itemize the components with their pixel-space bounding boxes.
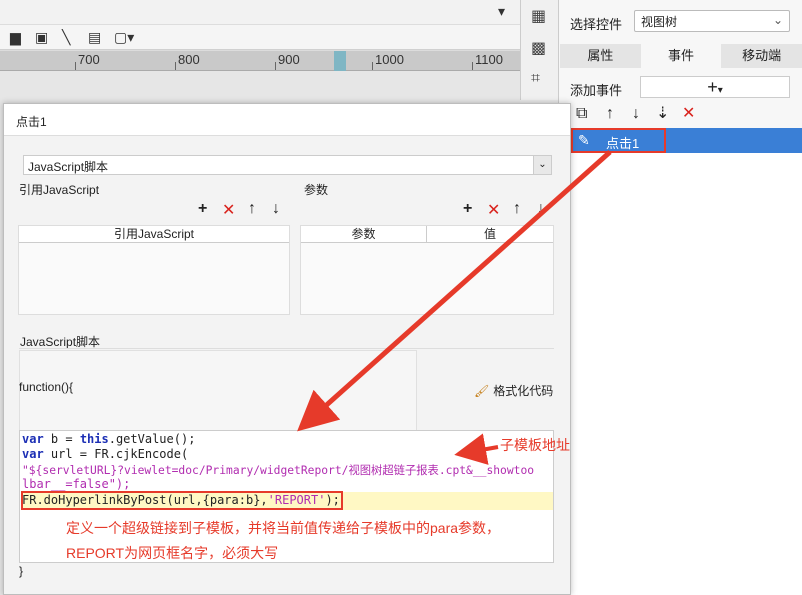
insert-toolbar: ▆ ▣ ╲ ▤ ▢▾ [0,25,520,50]
delete-icon[interactable]: ✕ [487,200,500,220]
ruler-tick [275,62,276,70]
ref-js-column-header: 引用JavaScript [19,226,289,243]
params-toolbar: + ✕ ↑ ↓ [459,200,559,220]
delete-icon[interactable]: ✕ [682,104,695,124]
function-header-area [19,350,417,432]
top-toolbar: ▾ [0,0,520,25]
ref-js-table[interactable]: 引用JavaScript [18,225,290,315]
add-icon[interactable]: + [463,200,472,218]
event-highlight-box [571,128,666,153]
document-icon[interactable]: ▤ [88,29,101,45]
arrow-down-icon[interactable]: ↓ [537,200,545,218]
event-toolbar: ⧉ ↑ ↓ ⇣ ✕ [570,104,800,126]
image-icon[interactable]: ▣ [35,29,48,45]
plus-icon: + [707,77,718,97]
ruler-tick [175,62,176,70]
copy-icon[interactable]: ⧉ [576,104,587,124]
crop-icon[interactable]: ⌗ [531,70,540,88]
value-column-header: 值 [427,226,553,243]
arrow-up-icon[interactable]: ↑ [606,104,614,124]
side-icon-strip: ▦ ▩ ⌗ [520,0,558,100]
select-widget-label: 选择控件 [570,17,623,32]
function-open: function(){ [19,380,74,394]
format-code-label: 格式化代码 [493,384,554,398]
format-code-button[interactable]: 🖌 格式化代码 [474,382,553,399]
event-list [560,128,802,595]
panel-tabs: 属性 事件 移动端 [560,44,802,68]
ruler-label: 1000 [375,52,404,67]
code-line: lbar__=false"); [22,477,131,491]
chevron-down-icon: ⌄ [772,13,783,27]
add-icon[interactable]: + [198,200,207,218]
frame-icon[interactable]: ▢▾ [114,29,134,45]
ruler-tick [372,62,373,70]
tab-mobile[interactable]: 移动端 [721,44,802,68]
add-event-label: 添加事件 [570,83,623,98]
ruler-label: 900 [278,52,300,67]
ref-js-label: 引用JavaScript [19,183,100,197]
note-line-2: REPORT为网页框名字，必须大写 [66,545,279,561]
params-label: 参数 [304,183,329,197]
add-event-button[interactable]: +▾ [640,76,790,98]
dialog-title: 点击1 [16,115,47,129]
script-type-value: JavaScript脚本 [28,160,109,174]
note-line-1: 定义一个超级链接到子模板，并将当前值传递给子模板中的para参数， [66,520,501,536]
ruler-tick [75,62,76,70]
widget-select[interactable]: 视图树 ⌄ [634,10,790,32]
widget-select-value: 视图树 [641,15,678,29]
arrow-up-icon[interactable]: ↑ [248,200,256,218]
chevron-down-icon: ⌄ [533,156,551,174]
horizontal-ruler: 700 800 900 1000 1100 [0,51,520,71]
move-bottom-icon[interactable]: ⇣ [656,104,669,124]
param-column-header: 参数 [301,226,427,243]
brush-icon: 🖌 [474,384,490,398]
collapse-icon[interactable]: ▾ [498,3,505,19]
dialog-title-bar: 点击1 [4,104,570,136]
ruler-label: 700 [78,52,100,67]
tab-properties[interactable]: 属性 [560,44,641,68]
arrow-down-icon[interactable]: ↓ [272,200,280,218]
chart-icon[interactable]: ▆ [10,29,21,45]
ruler-label: 800 [178,52,200,67]
arrow-up-icon[interactable]: ↑ [513,200,521,218]
code-highlight-box [21,491,343,510]
ref-js-toolbar: + ✕ ↑ ↓ [194,200,294,220]
code-line: "${servletURL}?viewlet=doc/Primary/widge… [22,464,535,477]
function-close: } [19,564,24,578]
arrow-down-icon[interactable]: ↓ [632,104,640,124]
divider [19,348,554,349]
ruler-label: 1100 [475,52,503,67]
tab-events[interactable]: 事件 [640,44,722,68]
slash-icon[interactable]: ╲ [62,29,70,45]
chevron-down-icon: ▾ [717,85,723,96]
script-type-select[interactable]: JavaScript脚本 ⌄ [23,155,552,175]
grid-settings-icon[interactable]: ▩ [531,38,546,58]
layout-icon[interactable]: ▦ [531,6,546,26]
delete-icon[interactable]: ✕ [222,200,235,220]
sub-template-annotation: 子模板地址 [500,437,570,453]
code-line: var b = this.getValue(); [22,432,196,446]
params-table[interactable]: 参数 值 [300,225,554,315]
ruler-tick [472,62,473,70]
code-line: var url = FR.cjkEncode( [22,447,189,461]
